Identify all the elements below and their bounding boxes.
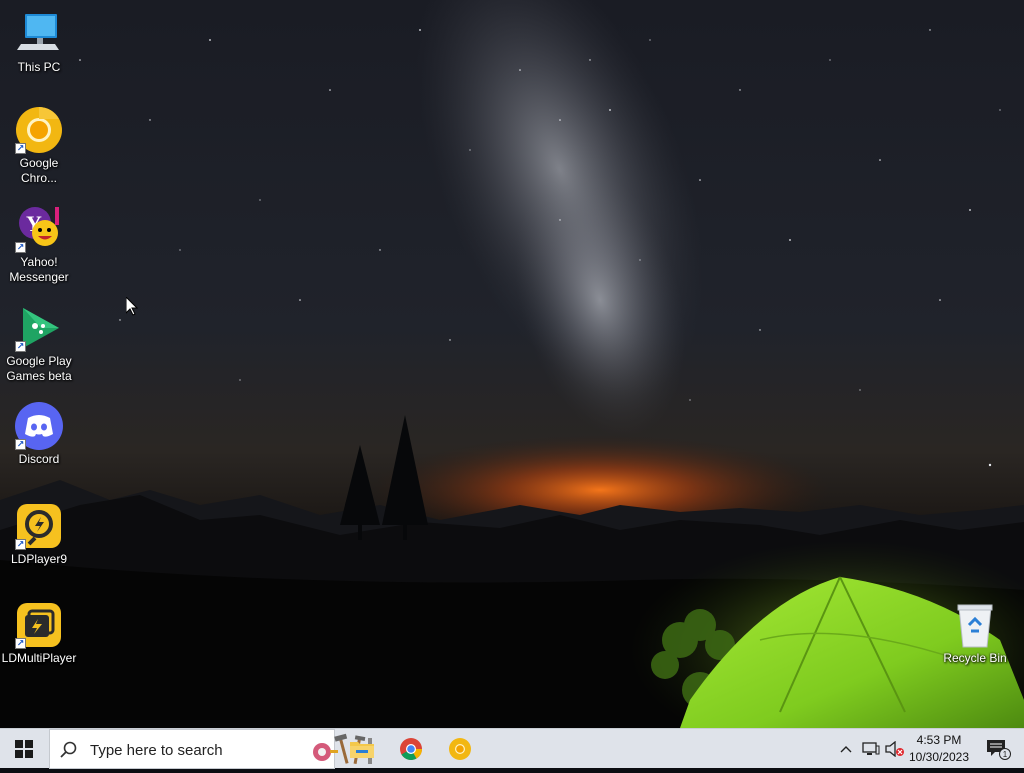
mouse-cursor-icon	[125, 295, 139, 321]
desktop-icon-recycle-bin[interactable]: Recycle Bin	[937, 601, 1013, 666]
computer-icon	[15, 10, 63, 58]
taskbar: 4:53 PM 10/30/2023 1	[0, 728, 1024, 769]
file-explorer-icon	[350, 742, 374, 758]
desktop-icon-yahoo-messenger[interactable]: Y ↗ Yahoo! Messenger	[1, 205, 77, 285]
desktop-icon-label: Yahoo! Messenger	[9, 255, 69, 284]
desktop-icon-label: Google Play Games beta	[6, 354, 72, 383]
taskbar-search-box[interactable]	[49, 729, 372, 769]
shortcut-arrow-icon: ↗	[15, 539, 26, 550]
chrome-canary-icon: ↗	[15, 106, 63, 154]
shortcut-arrow-icon: ↗	[15, 242, 26, 253]
shortcut-arrow-icon: ↗	[15, 439, 26, 450]
windows-logo-icon	[15, 740, 33, 758]
volume-muted-icon	[885, 741, 904, 757]
desktop-icon-this-pc[interactable]: This PC	[1, 10, 77, 75]
discord-icon: ↗	[15, 402, 63, 450]
shortcut-arrow-icon: ↗	[15, 341, 26, 352]
action-center-button[interactable]: 1	[978, 729, 1018, 769]
ldmultiplayer-icon: ↗	[15, 601, 63, 649]
chrome-canary-icon	[449, 738, 471, 760]
search-input[interactable]	[88, 739, 262, 761]
desktop-icon-label: Discord	[18, 452, 60, 466]
clock-time: 4:53 PM	[916, 733, 962, 747]
desktop-icon-label: This PC	[17, 60, 61, 74]
clock-date: 10/30/2023	[908, 750, 970, 764]
search-icon	[60, 741, 77, 758]
taskbar-chrome-canary[interactable]	[436, 729, 484, 769]
tray-show-hidden-icons[interactable]	[836, 729, 856, 769]
desktop-icon-google-chrome[interactable]: ↗ Google Chro...	[1, 106, 77, 186]
desktop-icon-label: Google Chro...	[19, 156, 59, 185]
desktop-icon-label: LDMultiPlayer	[1, 651, 77, 665]
ldplayer-icon: ↗	[15, 502, 63, 550]
notification-count: 1	[1003, 750, 1008, 759]
tray-volume[interactable]	[884, 729, 906, 769]
taskbar-chrome[interactable]	[387, 729, 435, 769]
start-button[interactable]	[0, 729, 48, 769]
notification-icon: 1	[987, 740, 1011, 760]
chrome-icon	[400, 738, 422, 760]
chevron-up-icon	[840, 746, 852, 753]
network-icon	[862, 742, 880, 755]
taskbar-file-explorer[interactable]	[338, 729, 386, 769]
desktop-icon-label: LDPlayer9	[10, 552, 68, 566]
desktop-icon-google-play-games[interactable]: ↗ Google Play Games beta	[1, 304, 77, 384]
desktop-icon-label: Recycle Bin	[943, 651, 1007, 665]
desktop-icon-discord[interactable]: ↗ Discord	[1, 402, 77, 467]
play-games-icon: ↗	[15, 304, 63, 352]
desktop-icon-ldplayer9[interactable]: ↗ LDPlayer9	[1, 502, 77, 567]
recycle-bin-icon	[951, 601, 999, 649]
desktop-wallpaper	[0, 0, 1024, 728]
desktop-icon-ldmultiplayer[interactable]: ↗ LDMultiPlayer	[1, 601, 77, 666]
shortcut-arrow-icon: ↗	[15, 143, 26, 154]
shortcut-arrow-icon: ↗	[15, 638, 26, 649]
yahoo-messenger-icon: Y ↗	[15, 205, 63, 253]
tray-network[interactable]	[860, 729, 882, 769]
taskbar-clock[interactable]: 4:53 PM 10/30/2023	[906, 732, 972, 766]
